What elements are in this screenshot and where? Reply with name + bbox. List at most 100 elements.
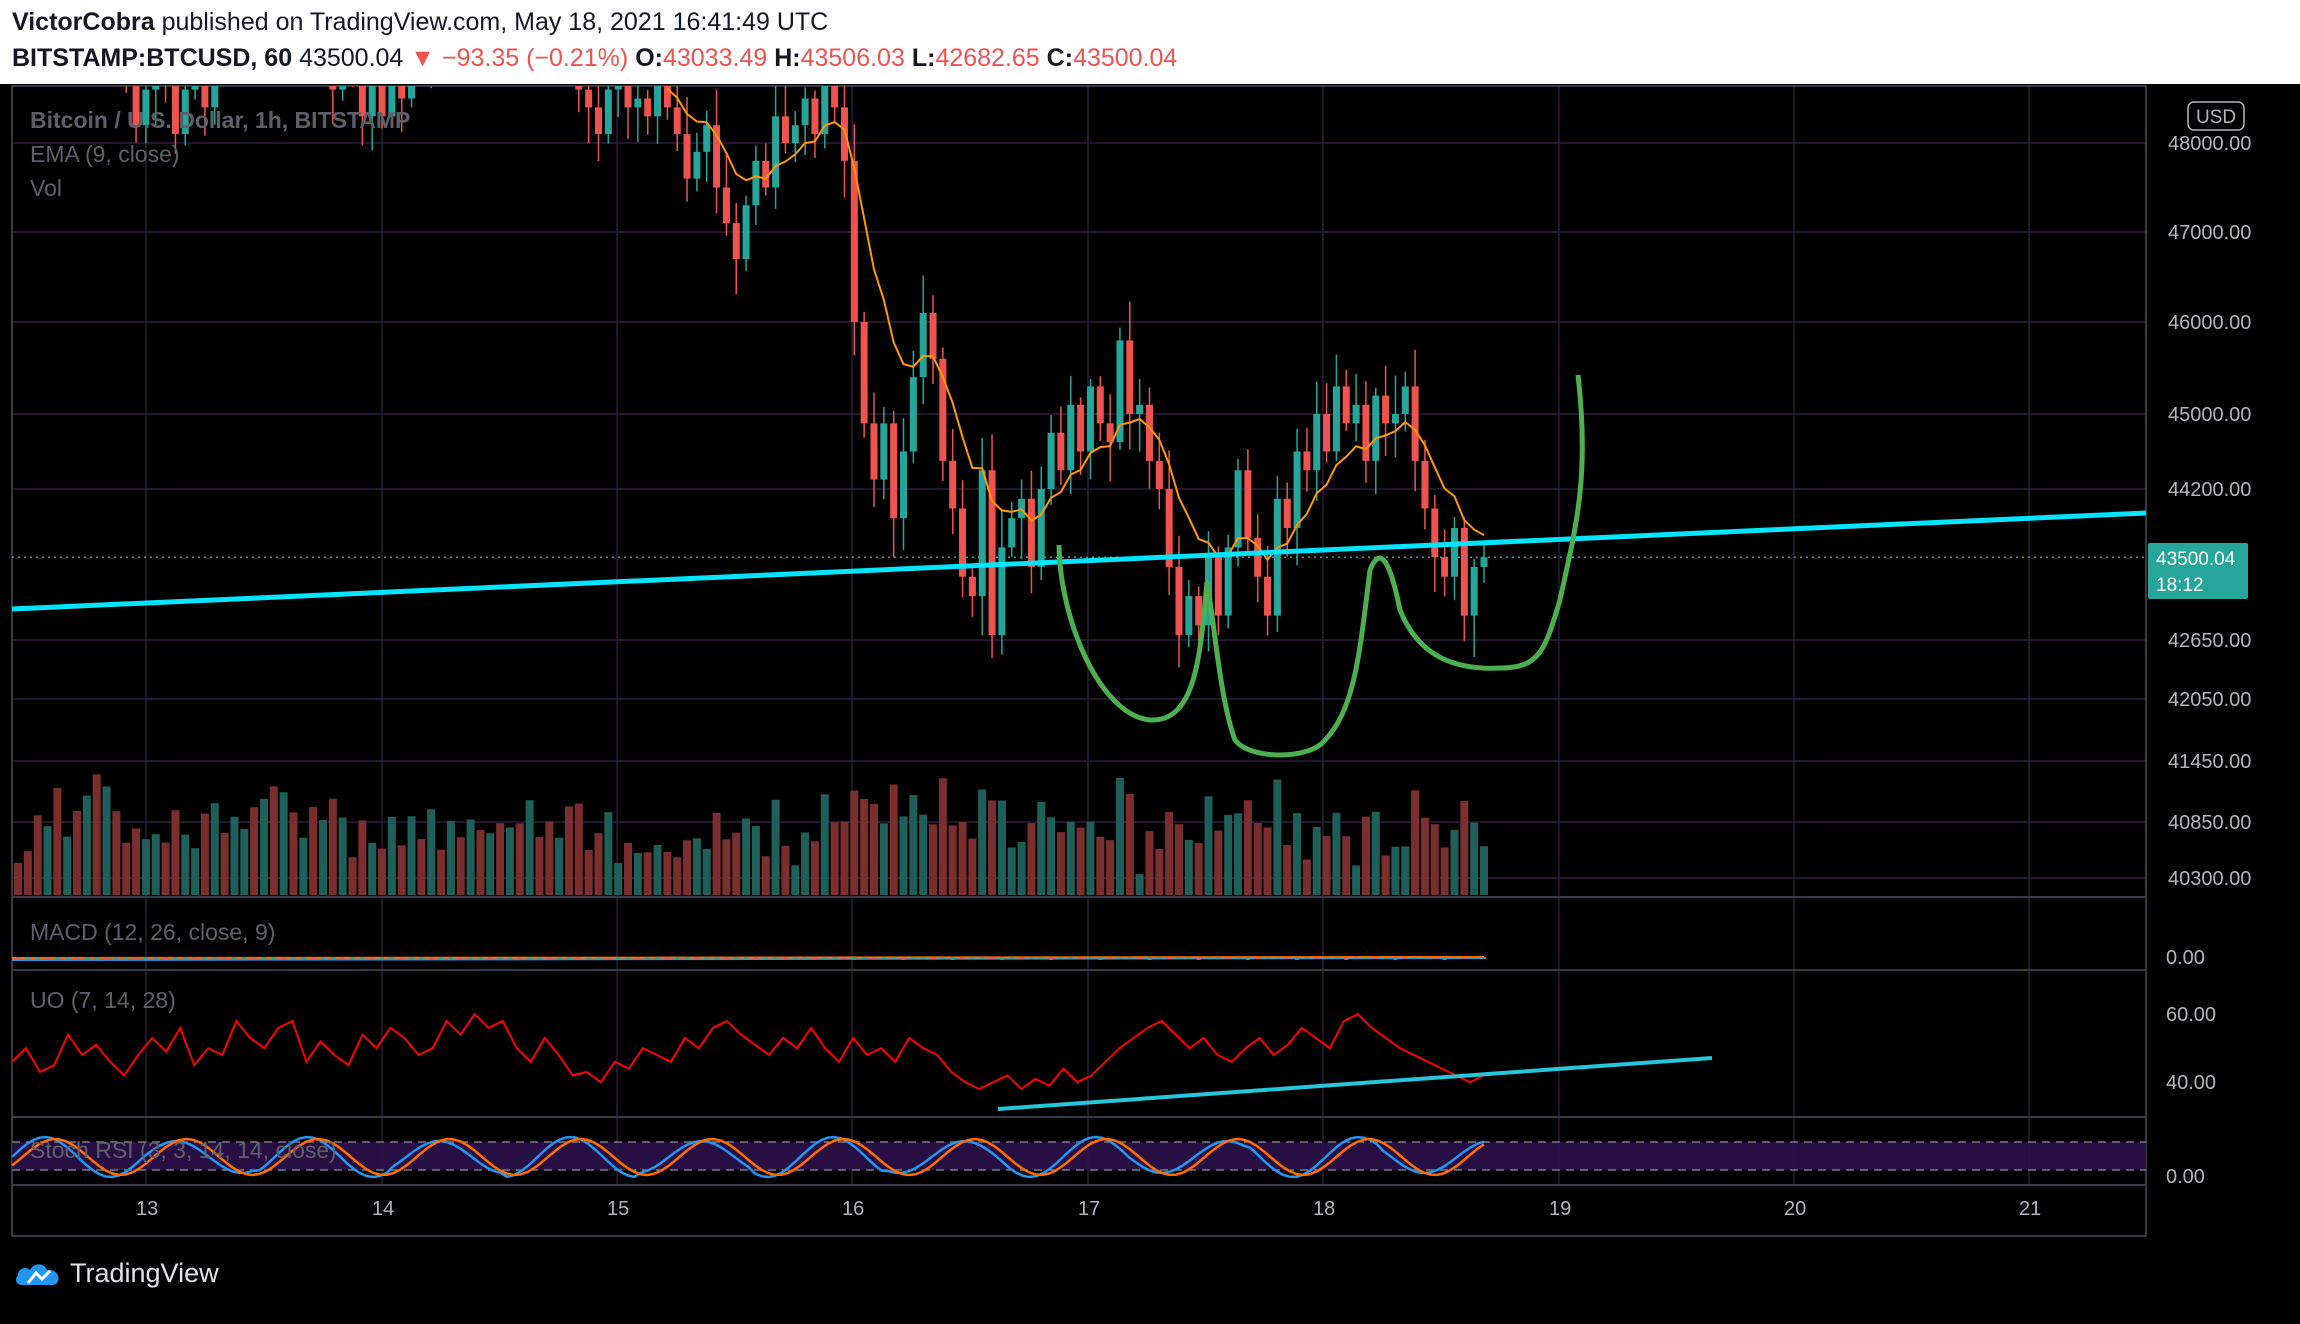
inverse-head-shoulders-drawing[interactable]: [1056, 374, 1585, 758]
price-tick-label: 47000.00: [2168, 222, 2251, 244]
time-tick-label: 15: [607, 1198, 629, 1220]
candle-body: [703, 125, 711, 152]
candle-body: [654, 86, 662, 117]
candle-body: [1047, 432, 1055, 489]
candle-body: [880, 423, 888, 480]
macd-hist-bar: [35, 957, 40, 959]
candle-body: [1441, 557, 1449, 577]
volume-bar: [545, 821, 554, 895]
volume-bar: [1076, 827, 1085, 895]
candle-body: [1057, 432, 1065, 471]
candle-body: [870, 423, 878, 480]
time-axis[interactable]: 13 14 15 16 17 18 19 20 21: [136, 1198, 2041, 1220]
volume-bar: [151, 834, 160, 895]
volume-bar: [289, 812, 298, 895]
vol-legend[interactable]: Vol: [30, 175, 62, 201]
macd-hist-bar: [675, 957, 680, 959]
volume-bar: [535, 837, 544, 895]
chart-title-legend[interactable]: Bitcoin / U.S. Dollar, 1h, BITSTAMP: [30, 107, 410, 133]
volume-bar: [132, 828, 141, 895]
volume-bar: [23, 851, 32, 895]
volume-bar: [997, 800, 1006, 895]
macd-hist-bar: [871, 957, 876, 959]
volume-bar: [230, 816, 239, 895]
macd-hist-bar: [1442, 957, 1447, 960]
tradingview-logo[interactable]: TradingView: [14, 1258, 219, 1289]
volume-bar: [742, 818, 751, 895]
ema-legend[interactable]: EMA (9, close): [30, 141, 180, 167]
currency-badge[interactable]: USD: [2196, 107, 2236, 128]
macd-hist-bar: [84, 957, 89, 959]
macd-legend[interactable]: MACD (12, 26, close, 9): [30, 919, 275, 945]
price-tick-label: 40850.00: [2168, 812, 2251, 834]
neckline-trendline[interactable]: [11, 510, 2147, 612]
macd-hist-bar: [1383, 957, 1388, 959]
candle-body: [840, 107, 848, 161]
volume-bar: [1371, 811, 1380, 895]
macd-hist-bar: [232, 957, 237, 959]
uo-trendline[interactable]: [997, 1056, 1713, 1111]
volume-bar: [358, 820, 367, 895]
macd-hist-bar: [1186, 957, 1191, 959]
volume-bar: [338, 817, 347, 895]
macd-hist-bar: [940, 957, 945, 959]
candle-body: [594, 107, 602, 135]
macd-hist-bar: [1285, 957, 1290, 959]
volume-bar: [1450, 829, 1459, 895]
volume-bar: [269, 786, 278, 895]
volume-bar: [417, 838, 426, 895]
volume-bar: [112, 811, 121, 895]
chart-canvas[interactable]: 48000.00 47000.00 46000.00 45000.00 44200.00…: [0, 84, 2300, 1324]
price-axis[interactable]: 48000.00 47000.00 46000.00 45000.00 44200.00…: [2168, 133, 2251, 890]
close-label: C:: [1046, 44, 1074, 72]
candle-body: [732, 223, 740, 259]
macd-hist-bar: [576, 957, 581, 959]
volume-bar: [978, 789, 987, 895]
candle-body: [693, 151, 701, 179]
candle-body: [634, 98, 642, 108]
macd-hist-bar: [763, 957, 768, 959]
time-tick-label: 17: [1078, 1198, 1100, 1220]
volume-bar: [1007, 847, 1016, 895]
macd-hist-bar: [478, 957, 483, 959]
uo-legend[interactable]: UO (7, 14, 28): [30, 987, 176, 1013]
volume-bar: [368, 842, 377, 895]
macd-hist-bar: [537, 957, 542, 959]
macd-hist-bar: [1137, 957, 1142, 959]
macd-hist-bar: [744, 957, 749, 959]
candle-body: [683, 134, 691, 179]
candle-body: [860, 322, 868, 424]
stoch-legend[interactable]: Stoch RSI (3, 3, 14, 14, close): [30, 1137, 337, 1163]
author-name[interactable]: VictorCobra: [12, 8, 155, 36]
macd-hist-bar: [1472, 957, 1477, 959]
candle-body: [752, 160, 760, 206]
macd-hist-bar: [566, 957, 571, 959]
published-text: published on TradingView.com, May 18, 20…: [161, 8, 829, 36]
macd-hist-bar: [1255, 957, 1260, 959]
volume-bar: [437, 849, 446, 895]
macd-hist-bar: [1265, 957, 1270, 959]
candle-body: [791, 125, 799, 143]
macd-hist-bar: [1167, 957, 1172, 959]
price-tick-label: 42050.00: [2168, 689, 2251, 711]
macd-hist-bar: [1413, 957, 1418, 959]
macd-hist-bar: [606, 957, 611, 960]
macd-hist-bar: [183, 957, 188, 959]
volume-bar: [1263, 827, 1272, 895]
candle-body: [1401, 386, 1409, 414]
volume-bar: [161, 842, 170, 895]
macd-hist-bar: [321, 957, 326, 959]
volume-bar: [1460, 800, 1469, 895]
candle-body: [1411, 386, 1419, 461]
macd-hist-bar: [488, 957, 493, 959]
candle-body: [1126, 340, 1134, 414]
macd-hist-bar: [1354, 957, 1359, 959]
macd-hist-bar: [1029, 957, 1034, 959]
volume-bar: [1135, 874, 1144, 895]
volume-bar: [584, 849, 593, 895]
candle-body: [1096, 386, 1104, 424]
volume-bar: [181, 834, 190, 895]
candle-body: [191, 86, 199, 90]
macd-hist-bar: [980, 957, 985, 959]
volume-bar: [1312, 826, 1321, 895]
